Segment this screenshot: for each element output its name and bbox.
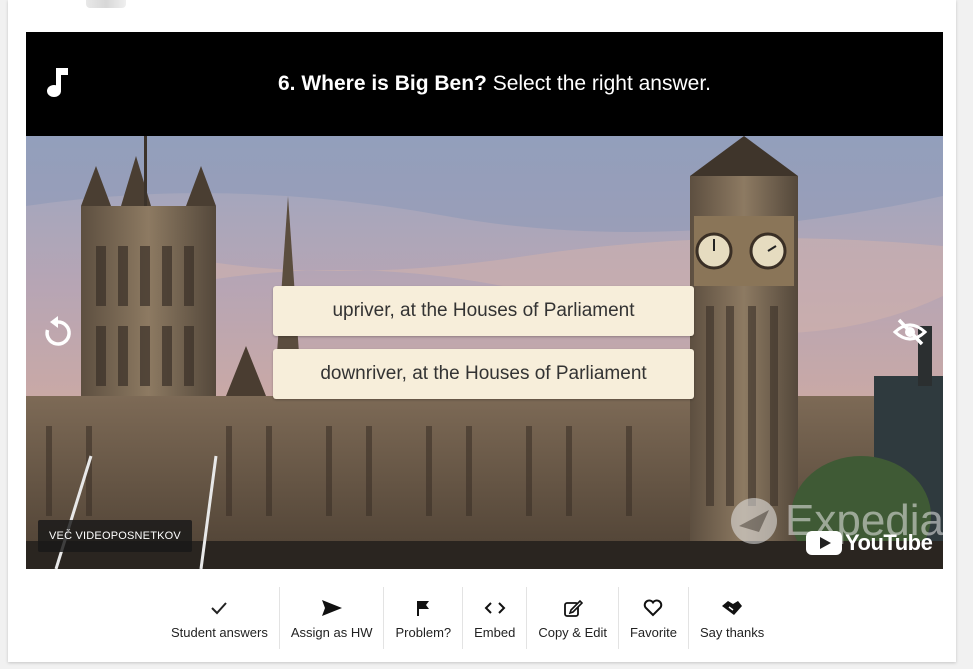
hide-eye-icon[interactable] — [892, 314, 928, 350]
problem-label: Problem? — [395, 625, 452, 640]
flag-icon — [416, 597, 430, 619]
replay-icon[interactable] — [40, 314, 76, 350]
say-thanks-button[interactable]: Say thanks — [689, 587, 775, 649]
student-answers-label: Student answers — [171, 625, 268, 640]
edit-icon — [563, 597, 583, 619]
youtube-logo[interactable]: YouTube — [806, 529, 933, 557]
copy-edit-label: Copy & Edit — [538, 625, 607, 640]
favorite-label: Favorite — [629, 625, 677, 640]
youtube-text: YouTube — [845, 530, 933, 555]
question-bar: 6. Where is Big Ben? Select the right an… — [26, 32, 943, 136]
code-icon — [484, 597, 506, 619]
video-player[interactable]: 6. Where is Big Ben? Select the right an… — [26, 32, 943, 569]
music-note-icon[interactable] — [46, 66, 70, 98]
youtube-play-icon — [806, 531, 842, 555]
embed-button[interactable]: Embed — [463, 587, 528, 649]
answer-option-1[interactable]: upriver, at the Houses of Parliament — [273, 286, 694, 336]
check-icon — [210, 597, 228, 619]
say-thanks-label: Say thanks — [699, 625, 765, 640]
embed-label: Embed — [474, 625, 516, 640]
student-answers-button[interactable]: Student answers — [160, 587, 280, 649]
expedia-logo-icon — [731, 498, 777, 544]
top-logo — [86, 0, 126, 8]
assign-hw-label: Assign as HW — [290, 625, 373, 640]
action-toolbar: Student answers Assign as HW Problem? Em… — [160, 587, 775, 649]
question-text: 6. Where is Big Ben? Select the right an… — [278, 72, 711, 96]
heart-icon — [643, 597, 663, 619]
favorite-button[interactable]: Favorite — [619, 587, 689, 649]
question-title: 6. Where is Big Ben? — [277, 72, 487, 95]
problem-button[interactable]: Problem? — [384, 587, 464, 649]
send-icon — [321, 597, 343, 619]
assign-hw-button[interactable]: Assign as HW — [280, 587, 385, 649]
video-frame: upriver, at the Houses of Parliament dow… — [26, 136, 943, 569]
handshake-icon — [720, 597, 744, 619]
copy-edit-button[interactable]: Copy & Edit — [527, 587, 619, 649]
more-videos-button[interactable]: VEČ VIDEOPOSNETKOV — [38, 520, 192, 552]
answer-option-2[interactable]: downriver, at the Houses of Parliament — [273, 349, 694, 399]
question-instruction: Select the right answer. — [492, 72, 711, 95]
